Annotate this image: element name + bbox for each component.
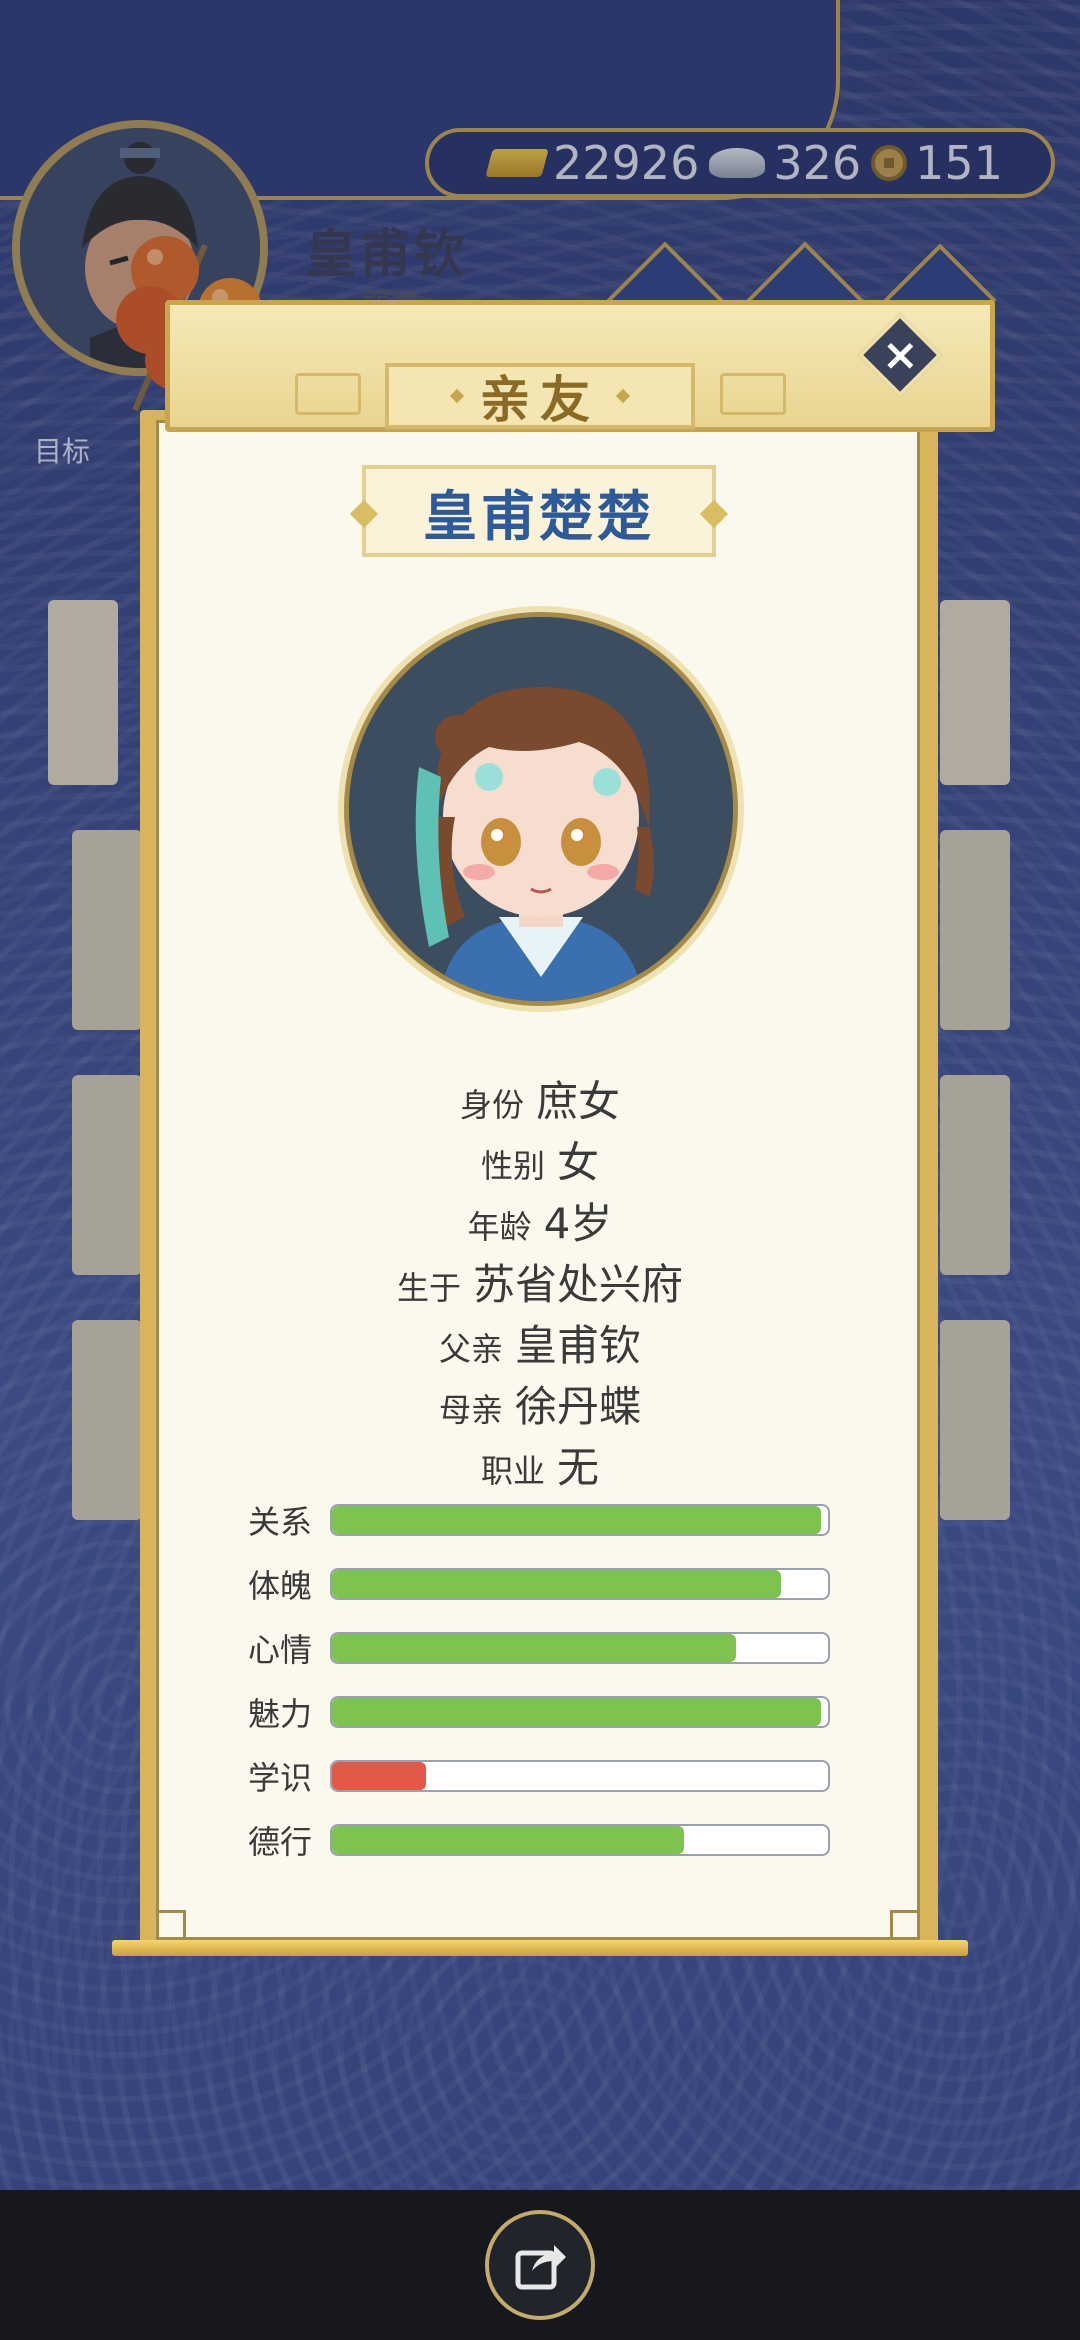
info-value: 女 (557, 1138, 600, 1187)
stat-fill (332, 1634, 737, 1662)
stat-row-relationship: 关系 (248, 1502, 848, 1541)
stat-row-charm: 魅力 (248, 1694, 848, 1733)
info-key: 职业 (480, 1452, 545, 1490)
info-row-age: 年龄 4岁 (0, 1190, 1080, 1251)
stat-fill (332, 1698, 821, 1726)
info-value: 徐丹蝶 (515, 1382, 642, 1431)
info-value: 无 (557, 1443, 600, 1492)
stat-bar (330, 1632, 830, 1664)
stat-fill (332, 1826, 685, 1854)
header-ornament-left (295, 373, 361, 415)
stat-label: 魅力 (248, 1695, 313, 1733)
info-key: 年龄 (467, 1208, 532, 1246)
title-dot-right (615, 388, 631, 404)
stat-bar (330, 1824, 830, 1856)
stat-row-physique: 体魄 (248, 1566, 848, 1605)
title-dot-left (449, 388, 465, 404)
info-key: 生于 (396, 1269, 461, 1307)
info-value: 庶女 (536, 1077, 621, 1126)
stat-row-knowledge: 学识 (248, 1758, 848, 1797)
stat-bar (330, 1760, 830, 1792)
modal-title: 亲友 (385, 363, 695, 429)
header-ornament-right (720, 373, 786, 415)
character-name: 皇甫楚楚 (423, 484, 655, 548)
info-value: 4岁 (543, 1199, 613, 1248)
info-row-gender: 性别女 (0, 1129, 1080, 1190)
character-portrait-art (349, 617, 733, 1001)
info-row-birthplace: 生于 苏省处兴府 (0, 1251, 1080, 1312)
character-name-plate: 皇甫楚楚 (349, 465, 729, 557)
info-key: 父亲 (438, 1330, 503, 1368)
modal-title-text: 亲友 (480, 371, 600, 429)
stat-fill (332, 1762, 427, 1790)
info-value: 皇甫钦 (515, 1321, 642, 1370)
close-icon: × (881, 329, 919, 380)
info-key: 母亲 (438, 1391, 503, 1429)
corner-ornament (890, 1910, 920, 1940)
stat-label: 关系 (248, 1503, 313, 1541)
stat-label: 心情 (248, 1631, 313, 1669)
character-portrait (344, 612, 738, 1006)
stat-bar (330, 1696, 830, 1728)
stat-row-virtue: 德行 (248, 1822, 848, 1861)
info-key: 性别 (480, 1147, 545, 1185)
stat-fill (332, 1506, 821, 1534)
scroll-bottom-rod (112, 1940, 968, 1956)
share-icon (515, 2245, 566, 2290)
stat-fill (332, 1570, 781, 1598)
corner-ornament (156, 1910, 186, 1940)
info-row-mother: 母亲 徐丹蝶 (0, 1373, 1080, 1434)
stat-row-mood: 心情 (248, 1630, 848, 1669)
stat-label: 体魄 (248, 1567, 313, 1605)
info-row-occupation: 职业无 (0, 1434, 1080, 1495)
share-button[interactable] (485, 2210, 595, 2320)
info-value: 苏省处兴府 (473, 1260, 684, 1309)
stat-label: 德行 (248, 1823, 313, 1861)
info-row-father: 父亲 皇甫钦 (0, 1312, 1080, 1373)
stat-bar (330, 1568, 830, 1600)
stat-bar (330, 1504, 830, 1536)
info-row-identity: 身份 庶女 (0, 1068, 1080, 1129)
stat-label: 学识 (248, 1759, 313, 1797)
info-key: 身份 (459, 1086, 524, 1124)
